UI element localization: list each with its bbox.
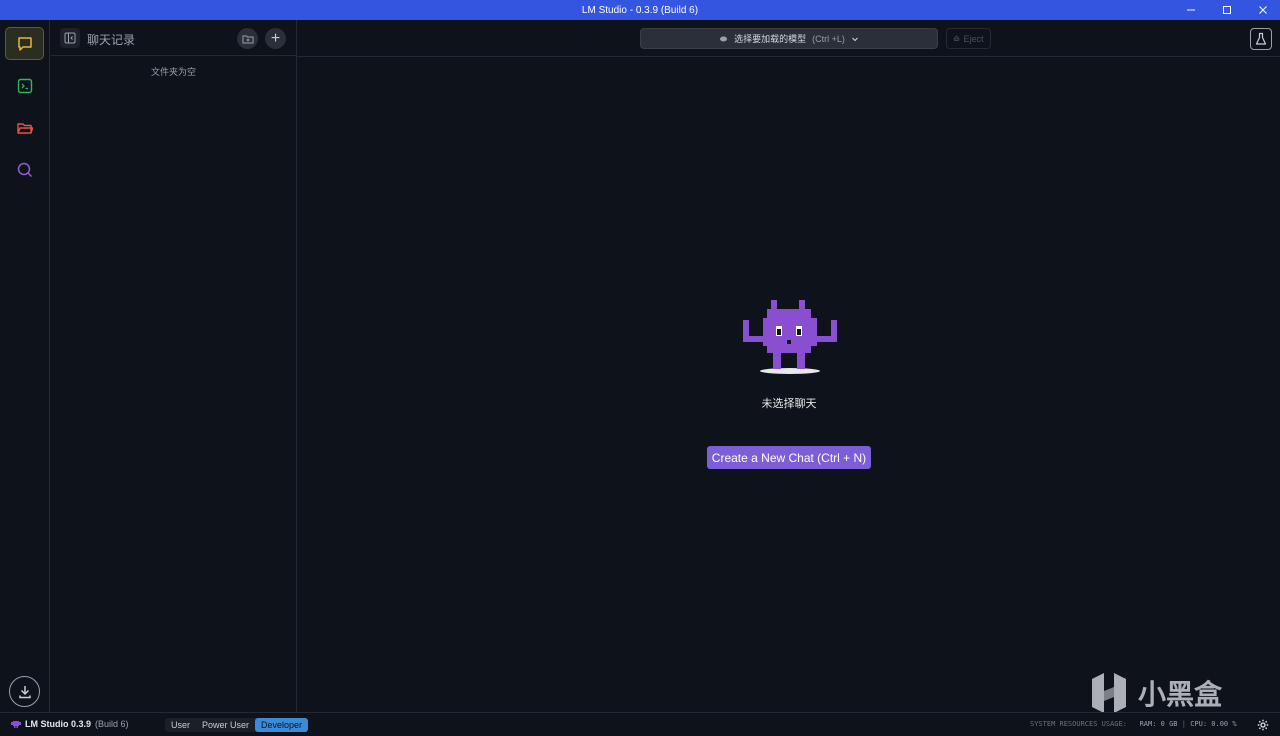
chat-bubble-icon	[17, 36, 32, 51]
app-build: (Build 6)	[95, 719, 129, 729]
model-select-label: 选择要加载的模型	[734, 34, 807, 44]
eject-button[interactable]: Eject	[946, 28, 991, 49]
new-chat-button[interactable]: +	[265, 28, 286, 49]
system-resources: SYSTEM RESOURCES USAGE: RAM: 0 GB | CPU:…	[1030, 720, 1237, 728]
app-version: LM Studio 0.3.9 (Build 6)	[11, 719, 129, 729]
model-select[interactable]: 选择要加载的模型 (Ctrl +L)	[640, 28, 938, 49]
lab-button[interactable]	[1250, 28, 1272, 50]
mode-user[interactable]: User	[165, 718, 196, 732]
model-toolbar: 选择要加载的模型 (Ctrl +L) Eject	[297, 20, 1280, 57]
mode-power-user[interactable]: Power User	[196, 718, 255, 732]
maximize-button[interactable]	[1209, 0, 1245, 20]
flask-icon	[1255, 32, 1267, 45]
plus-icon: +	[270, 30, 281, 47]
create-new-chat-button[interactable]: Create a New Chat (Ctrl + N)	[707, 446, 871, 469]
sidebar-header: 聊天记录 +	[51, 20, 296, 56]
terminal-icon	[17, 78, 32, 93]
cpu-usage: CPU: 0.00 %	[1190, 720, 1237, 728]
no-chat-selected-text: 未选择聊天	[761, 398, 817, 410]
watermark-logo-icon	[1092, 673, 1126, 713]
main-panel: 选择要加载的模型 (Ctrl +L) Eject 未选择聊天 Create a …	[297, 20, 1280, 712]
nav-chat-button[interactable]	[5, 27, 44, 60]
sidebar-toggle-icon	[64, 32, 76, 44]
resources-label: SYSTEM RESOURCES USAGE:	[1030, 720, 1127, 728]
sidebar-title: 聊天记录	[87, 33, 136, 47]
chevron-down-icon	[852, 37, 858, 41]
app-logo-icon	[11, 721, 21, 728]
empty-folder-text: 文件夹为空	[150, 67, 196, 77]
collapse-sidebar-button[interactable]	[60, 28, 80, 48]
window-title: LM Studio - 0.3.9 (Build 6)	[581, 4, 699, 16]
download-icon	[18, 685, 31, 698]
nav-discover-button[interactable]	[5, 153, 44, 186]
mascot-illustration	[743, 300, 837, 374]
downloads-button[interactable]	[9, 676, 40, 707]
maximize-icon	[1223, 6, 1231, 14]
folder-plus-icon	[242, 35, 253, 43]
minimize-button[interactable]	[1173, 0, 1209, 20]
status-bar: LM Studio 0.3.9 (Build 6) User Power Use…	[0, 712, 1280, 736]
watermark: 小黑盒	[1088, 668, 1248, 718]
ram-usage: RAM: 0 GB	[1139, 720, 1178, 728]
eject-icon	[953, 35, 961, 41]
close-icon	[1259, 6, 1267, 14]
mode-developer[interactable]: Developer	[255, 718, 309, 732]
chat-sidebar: 聊天记录 + 文件夹为空	[51, 20, 297, 712]
gear-icon	[1257, 719, 1269, 731]
nav-rail	[0, 20, 50, 712]
nav-models-button[interactable]	[5, 111, 44, 144]
folder-icon	[16, 122, 33, 134]
title-bar: LM Studio - 0.3.9 (Build 6)	[0, 0, 1280, 20]
minimize-icon	[1187, 9, 1195, 11]
watermark-text: 小黑盒	[1138, 679, 1223, 710]
eject-label: Eject	[963, 33, 984, 44]
close-window-button[interactable]	[1245, 0, 1280, 20]
app-name: LM Studio 0.3.9	[25, 719, 92, 729]
model-icon	[720, 36, 728, 42]
search-icon	[17, 162, 32, 177]
nav-developer-button[interactable]	[5, 69, 44, 102]
mode-switcher: User Power User Developer	[165, 718, 309, 732]
model-select-shortcut: (Ctrl +L)	[812, 33, 845, 44]
settings-button[interactable]	[1256, 718, 1270, 732]
new-folder-button[interactable]	[237, 28, 258, 49]
